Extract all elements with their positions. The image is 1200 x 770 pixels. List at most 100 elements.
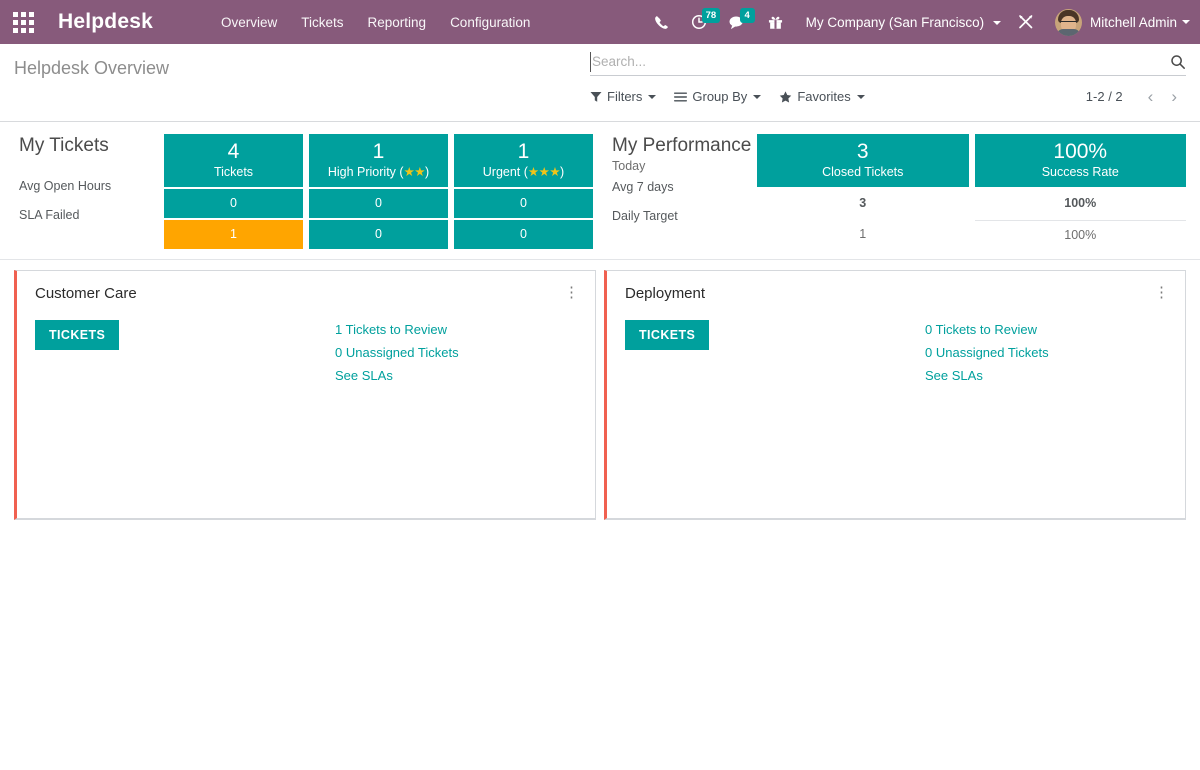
kanban-card-title: Customer Care: [35, 285, 579, 302]
favorites-label: Favorites: [797, 89, 850, 104]
kanban-card-title: Deployment: [625, 285, 1169, 302]
group-by-dropdown[interactable]: Group By: [674, 89, 761, 104]
cell-urgent-avg-open-hours[interactable]: 0: [454, 189, 593, 218]
my-performance-subtitle: Today: [612, 159, 757, 173]
my-tickets-section: My Tickets Avg Open Hours SLA Failed 4 T…: [14, 134, 600, 249]
tile-urgent[interactable]: 1 Urgent (★★★): [454, 134, 593, 187]
wrench-screwdriver-icon: [1018, 14, 1034, 30]
developer-tools-button[interactable]: [1007, 0, 1045, 44]
apps-menu-button[interactable]: [0, 0, 46, 44]
list-lines-icon: [674, 91, 687, 103]
tile-closed-tickets-label: Closed Tickets: [761, 164, 965, 180]
filters-label: Filters: [607, 89, 642, 104]
app-brand-helpdesk[interactable]: Helpdesk: [46, 10, 163, 34]
cell-urgent-sla-failed[interactable]: 0: [454, 220, 593, 249]
control-panel: Helpdesk Overview Filters: [0, 44, 1200, 122]
kanban-column-2: ⋮ Deployment TICKETS 0 Tickets to Review…: [600, 270, 1190, 520]
cell-success-rate-avg-7-days: 100%: [975, 189, 1187, 218]
cell-tickets-avg-open-hours[interactable]: 0: [164, 189, 303, 218]
tile-closed-tickets[interactable]: 3 Closed Tickets: [757, 134, 969, 187]
tile-urgent-label: Urgent (★★★): [458, 164, 589, 180]
priority-stars-icon: ★★: [404, 165, 425, 179]
filters-dropdown[interactable]: Filters: [590, 89, 656, 104]
star-icon: [779, 91, 792, 103]
tile-urgent-value: 1: [458, 140, 589, 164]
activities-button[interactable]: 78: [680, 0, 718, 44]
tile-high-priority-value: 1: [313, 140, 444, 164]
company-name: My Company (San Francisco): [806, 15, 985, 30]
phone-button[interactable]: [643, 0, 680, 44]
dashboard-banner: My Tickets Avg Open Hours SLA Failed 4 T…: [0, 122, 1200, 260]
gift-button[interactable]: [757, 0, 794, 44]
menu-item-overview[interactable]: Overview: [209, 15, 289, 30]
kanban-card-body: TICKETS 1 Tickets to Review 0 Unassigned…: [35, 320, 579, 391]
label-avg-7-days: Avg 7 days: [612, 173, 757, 202]
favorites-dropdown[interactable]: Favorites: [779, 89, 864, 104]
label-daily-target: Daily Target: [612, 202, 757, 231]
vertical-ellipsis-icon[interactable]: ⋮: [1150, 283, 1173, 302]
chevron-down-icon: [857, 95, 865, 99]
cell-tickets-sla-failed[interactable]: 1: [164, 220, 303, 249]
tile-tickets[interactable]: 4 Tickets: [164, 134, 303, 187]
systray: 78 4 My Company (San Francisco): [643, 0, 1200, 44]
menu-item-reporting[interactable]: Reporting: [356, 15, 439, 30]
tile-urgent-label-suffix: ): [560, 165, 564, 179]
my-performance-tiles: 3 Closed Tickets 3 1 100% Success Rate 1…: [757, 134, 1186, 249]
link-tickets-to-review[interactable]: 1 Tickets to Review: [335, 322, 579, 337]
menu-item-configuration[interactable]: Configuration: [438, 15, 542, 30]
tile-column-tickets: 4 Tickets 0 1: [164, 134, 303, 249]
my-performance-labels: My Performance Today Avg 7 days Daily Ta…: [607, 134, 757, 249]
tile-success-rate-label: Success Rate: [979, 164, 1183, 180]
tile-closed-tickets-value: 3: [761, 140, 965, 164]
search-bar: [590, 52, 1186, 76]
gift-icon: [768, 14, 783, 30]
top-navbar: Helpdesk Overview Tickets Reporting Conf…: [0, 0, 1200, 44]
tile-high-priority[interactable]: 1 High Priority (★★): [309, 134, 448, 187]
pager-next-button[interactable]: ›: [1162, 88, 1186, 105]
link-unassigned-tickets[interactable]: 0 Unassigned Tickets: [925, 345, 1169, 360]
label-sla-failed: SLA Failed: [19, 201, 164, 230]
chevron-down-icon: [753, 95, 761, 99]
my-tickets-labels: My Tickets Avg Open Hours SLA Failed: [14, 134, 164, 249]
pager-count: 1-2 / 2: [1086, 89, 1123, 104]
menu-item-tickets[interactable]: Tickets: [289, 15, 355, 30]
group-by-label: Group By: [692, 89, 747, 104]
pager-previous-button[interactable]: ‹: [1139, 88, 1163, 105]
link-see-slas[interactable]: See SLAs: [925, 368, 1169, 383]
tile-column-urgent: 1 Urgent (★★★) 0 0: [454, 134, 593, 249]
search-icon[interactable]: [1164, 54, 1186, 70]
company-switcher[interactable]: My Company (San Francisco): [794, 15, 1007, 30]
control-panel-left: Helpdesk Overview: [0, 44, 590, 79]
user-menu[interactable]: Mitchell Admin: [1045, 9, 1190, 36]
messages-button[interactable]: 4: [718, 0, 757, 44]
kanban-view: ⋮ Customer Care TICKETS 1 Tickets to Rev…: [0, 260, 1200, 770]
cell-high-priority-sla-failed[interactable]: 0: [309, 220, 448, 249]
search-input[interactable]: [590, 52, 1164, 72]
kanban-card-customer-care[interactable]: ⋮ Customer Care TICKETS 1 Tickets to Rev…: [14, 270, 596, 520]
tile-success-rate[interactable]: 100% Success Rate: [975, 134, 1187, 187]
label-avg-open-hours: Avg Open Hours: [19, 172, 164, 201]
link-unassigned-tickets[interactable]: 0 Unassigned Tickets: [335, 345, 579, 360]
apps-grid-icon: [13, 12, 34, 33]
my-tickets-tiles: 4 Tickets 0 1 1 High Priority (★★) 0 0 1…: [164, 134, 593, 249]
phone-icon: [654, 15, 669, 30]
kanban-card-deployment[interactable]: ⋮ Deployment TICKETS 0 Tickets to Review…: [604, 270, 1186, 520]
cell-closed-tickets-avg-7-days: 3: [757, 189, 969, 218]
tickets-button[interactable]: TICKETS: [35, 320, 119, 350]
kanban-card-links: 0 Tickets to Review 0 Unassigned Tickets…: [925, 320, 1169, 391]
tile-success-rate-value: 100%: [979, 140, 1183, 164]
vertical-ellipsis-icon[interactable]: ⋮: [560, 283, 583, 302]
cell-high-priority-avg-open-hours[interactable]: 0: [309, 189, 448, 218]
link-see-slas[interactable]: See SLAs: [335, 368, 579, 383]
tile-column-closed-tickets: 3 Closed Tickets 3 1: [757, 134, 969, 249]
tile-column-high-priority: 1 High Priority (★★) 0 0: [309, 134, 448, 249]
tile-high-priority-label-suffix: ): [425, 165, 429, 179]
link-tickets-to-review[interactable]: 0 Tickets to Review: [925, 322, 1169, 337]
tickets-button[interactable]: TICKETS: [625, 320, 709, 350]
my-tickets-title: My Tickets: [19, 134, 164, 158]
message-count-badge: 4: [740, 8, 755, 23]
tile-urgent-label-text: Urgent (: [483, 165, 528, 179]
tile-high-priority-label: High Priority (★★): [313, 164, 444, 180]
control-panel-right: Filters Group By Favorites 1-2 / 2 ‹: [590, 44, 1200, 105]
kanban-card-actions: TICKETS: [625, 320, 925, 391]
